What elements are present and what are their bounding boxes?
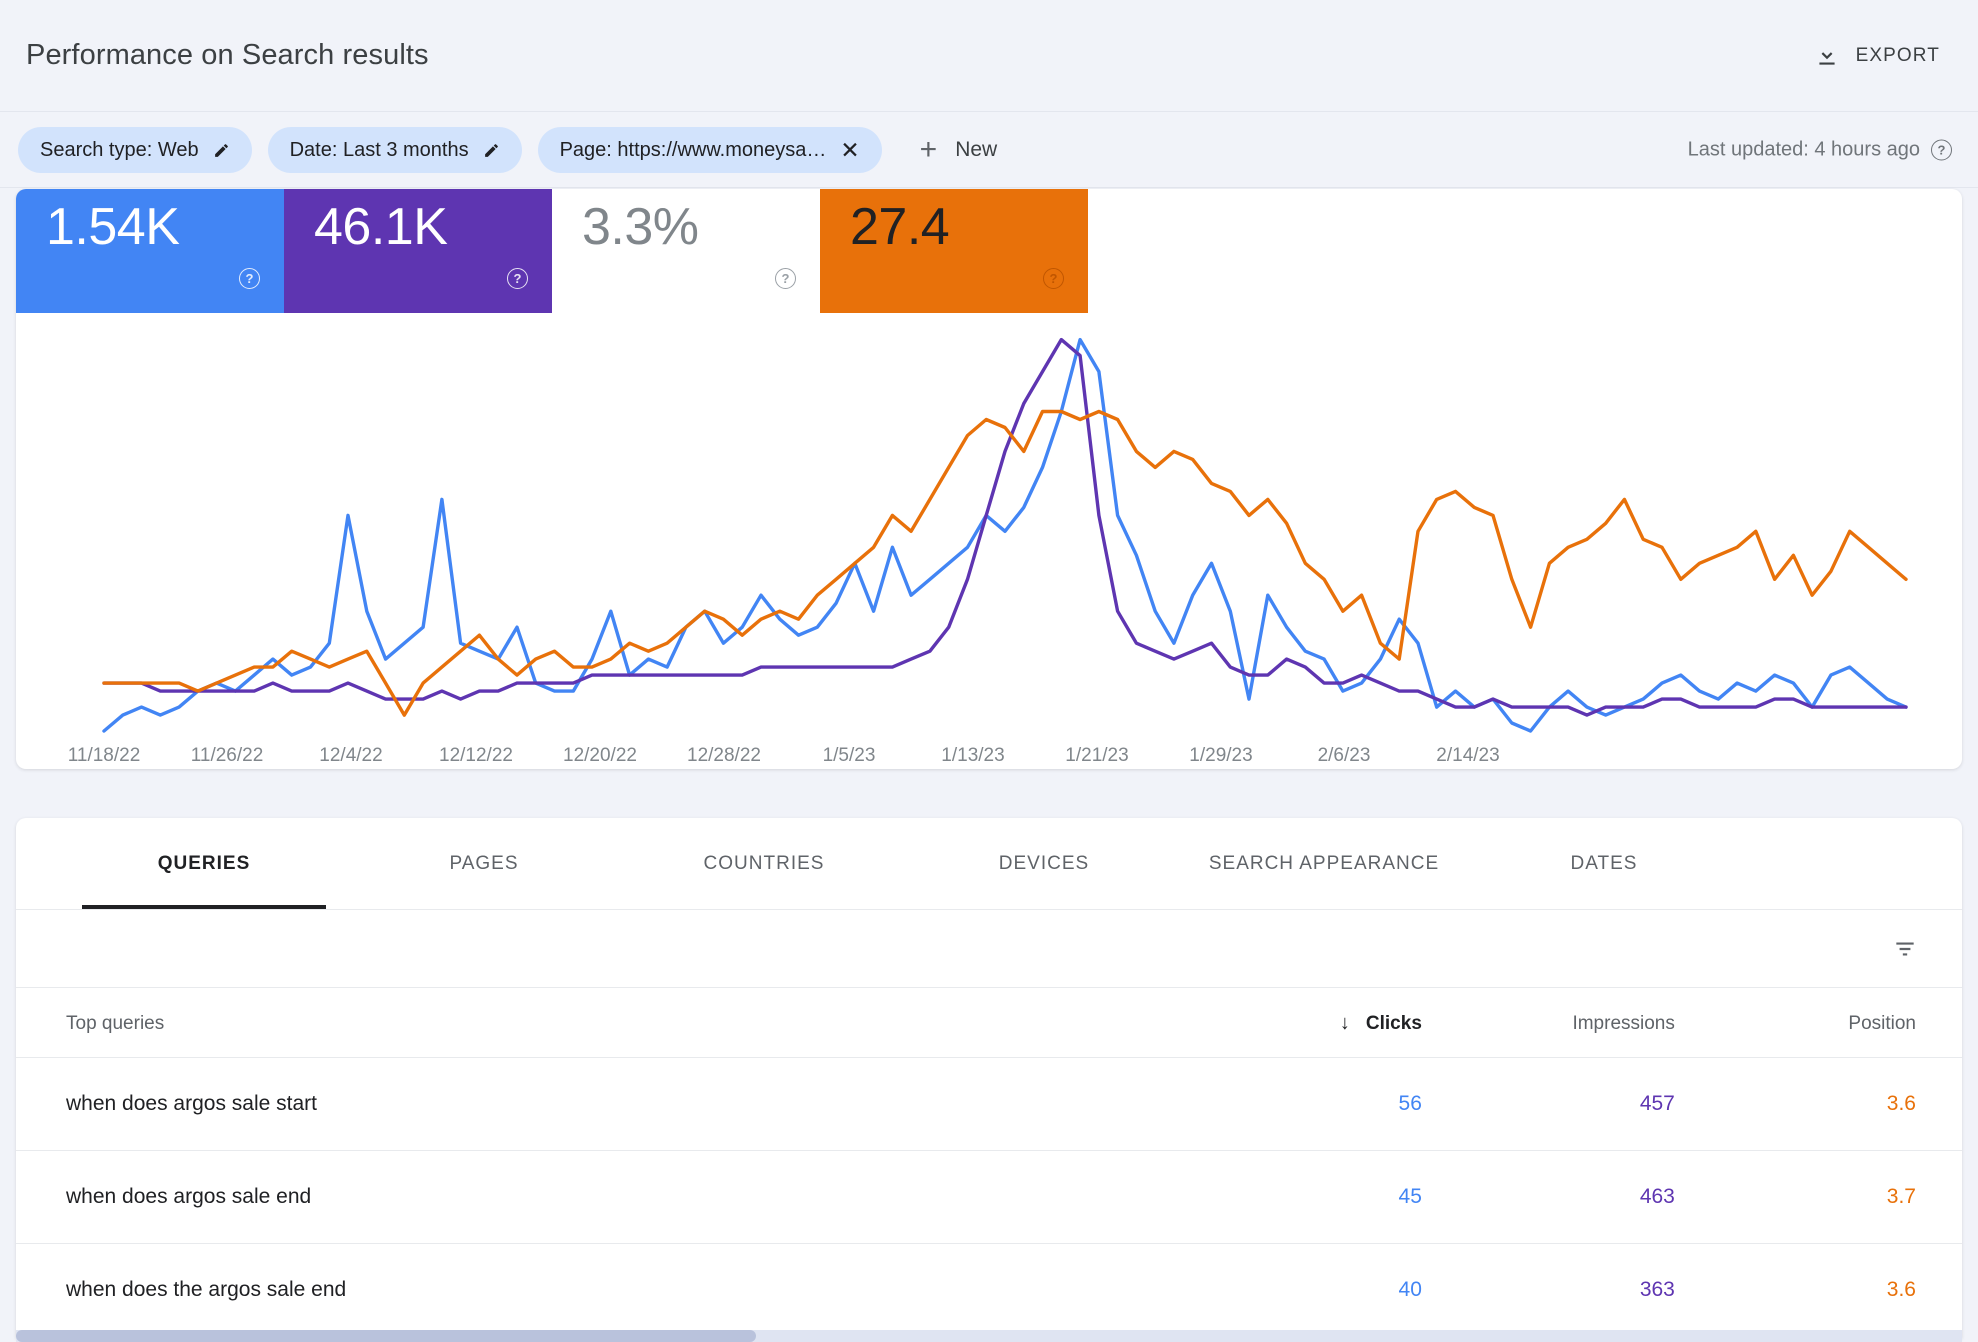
x-axis-tick-label: 12/12/22 xyxy=(439,745,513,766)
help-circle-icon[interactable]: ? xyxy=(239,268,260,289)
cell-impressions: 463 xyxy=(1533,1150,1787,1244)
new-filter-label: New xyxy=(955,138,998,161)
filter-icon[interactable] xyxy=(1890,936,1920,967)
x-axis-tick-label: 2/6/23 xyxy=(1317,745,1371,766)
table-row[interactable]: when does argos sale end 45 463 3.7 xyxy=(16,1150,1962,1244)
tab-search-appearance[interactable]: SEARCH APPEARANCE xyxy=(1184,818,1464,909)
chart-series-clicks xyxy=(102,337,1908,733)
close-icon[interactable]: ✕ xyxy=(840,138,859,162)
help-circle-icon[interactable]: ? xyxy=(1043,268,1064,289)
x-axis-tick-label: 1/13/23 xyxy=(941,745,1005,766)
help-circle-icon[interactable]: ? xyxy=(507,268,528,289)
metric-tile-value: 46.1K xyxy=(314,198,448,256)
table-header-row: Top queries ↓ Clicks Impressions Position xyxy=(16,988,1962,1058)
x-axis-tick-label: 11/26/22 xyxy=(190,745,264,766)
metric-tiles: Total clicks 1.54K ? Total impressions 4… xyxy=(16,189,1088,313)
metric-tile-impressions[interactable]: Total impressions 46.1K ? xyxy=(284,189,552,313)
metric-tile-ctr[interactable]: Average CTR 3.3% ? xyxy=(552,189,820,313)
column-header-position[interactable]: Position xyxy=(1786,988,1962,1058)
app-header: Performance on Search results EXPORT xyxy=(0,0,1978,112)
x-axis-tick-label: 1/21/23 xyxy=(1065,745,1129,766)
column-header-top-queries[interactable]: Top queries xyxy=(16,988,1223,1058)
performance-chart-card: Total clicks 1.54K ? Total impressions 4… xyxy=(16,189,1962,769)
scrollbar-thumb[interactable] xyxy=(16,1330,756,1342)
pencil-icon[interactable] xyxy=(213,142,230,159)
cell-clicks: 56 xyxy=(1222,1057,1534,1151)
tab-label: DATES xyxy=(1570,852,1638,874)
page-title: Performance on Search results xyxy=(26,39,429,71)
tab-devices[interactable]: DEVICES xyxy=(904,818,1184,909)
help-circle-icon[interactable]: ? xyxy=(775,268,796,289)
results-table-card: QUERIES PAGES COUNTRIES DEVICES SEARCH A… xyxy=(16,818,1962,1338)
arrow-down-icon: ↓ xyxy=(1339,1012,1350,1034)
x-axis-tick-label: 12/20/22 xyxy=(563,745,637,766)
cell-impressions: 363 xyxy=(1533,1243,1787,1337)
filter-chip-label: Search type: Web xyxy=(40,138,199,161)
export-button[interactable]: EXPORT xyxy=(1804,35,1950,77)
horizontal-scrollbar[interactable] xyxy=(16,1330,1962,1342)
last-updated-label: Last updated: 4 hours ago xyxy=(1687,138,1920,161)
x-axis-tick-label: 12/28/22 xyxy=(687,745,761,766)
cell-query: when does argos sale start xyxy=(16,1057,1223,1151)
column-header-impressions[interactable]: Impressions xyxy=(1533,988,1787,1058)
column-header-clicks-label: Clicks xyxy=(1365,1013,1422,1034)
cell-impressions: 457 xyxy=(1533,1057,1787,1151)
x-axis-tick-label: 1/5/23 xyxy=(822,745,876,766)
cell-position: 3.6 xyxy=(1786,1243,1962,1337)
metric-tile-clicks[interactable]: Total clicks 1.54K ? xyxy=(16,189,284,313)
tab-countries[interactable]: COUNTRIES xyxy=(624,818,904,909)
tab-label: DEVICES xyxy=(998,852,1090,874)
cell-position: 3.6 xyxy=(1786,1057,1962,1151)
cell-position: 3.7 xyxy=(1786,1150,1962,1244)
help-circle-icon[interactable]: ? xyxy=(1931,139,1952,161)
metric-tile-position[interactable]: Average position 27.4 ? xyxy=(820,189,1088,313)
tab-label: QUERIES xyxy=(157,852,251,874)
table-filter-row xyxy=(16,910,1962,988)
filter-chip-search-type[interactable]: Search type: Web xyxy=(18,127,252,173)
chart-svg xyxy=(102,337,1908,733)
download-icon xyxy=(1814,43,1840,69)
cell-query: when does argos sale end xyxy=(16,1150,1223,1244)
x-axis-tick-label: 11/18/22 xyxy=(67,745,141,766)
table-row[interactable]: when does the argos sale end 40 363 3.6 xyxy=(16,1243,1962,1337)
chart-x-axis-labels: 11/18/22 11/26/22 12/4/22 12/12/22 12/20/22 1… xyxy=(16,745,1962,769)
column-header-clicks[interactable]: ↓ Clicks xyxy=(1222,988,1534,1058)
filter-chip-date[interactable]: Date: Last 3 months xyxy=(267,127,522,173)
tab-label: SEARCH APPEARANCE xyxy=(1208,852,1440,874)
filter-bar: Search type: Web Date: Last 3 months Pag… xyxy=(0,113,1978,188)
x-axis-tick-label: 1/29/23 xyxy=(1189,745,1253,766)
filter-chip-label: Date: Last 3 months xyxy=(289,138,469,161)
cell-query: when does the argos sale end xyxy=(16,1243,1223,1337)
tab-pages[interactable]: PAGES xyxy=(344,818,624,909)
filter-chip-page[interactable]: Page: https://www.moneysa… ✕ xyxy=(537,127,882,173)
cell-clicks: 40 xyxy=(1222,1243,1534,1337)
x-axis-tick-label: 2/14/23 xyxy=(1436,745,1500,766)
pencil-icon[interactable] xyxy=(483,142,500,159)
results-tabs: QUERIES PAGES COUNTRIES DEVICES SEARCH A… xyxy=(16,818,1962,910)
performance-line-chart xyxy=(16,313,1962,769)
tab-label: COUNTRIES xyxy=(703,852,825,874)
new-filter-button[interactable]: + New xyxy=(904,127,1014,173)
export-label: EXPORT xyxy=(1855,44,1940,66)
metric-tile-value: 3.3% xyxy=(582,198,699,256)
tab-dates[interactable]: DATES xyxy=(1464,818,1744,909)
metric-tile-value: 27.4 xyxy=(850,198,950,256)
queries-table: Top queries ↓ Clicks Impressions Position… xyxy=(16,988,1962,1338)
last-updated: Last updated: 4 hours ago ? xyxy=(1688,139,1952,162)
x-axis-tick-label: 12/4/22 xyxy=(319,745,383,766)
filter-chip-label: Page: https://www.moneysa… xyxy=(559,138,827,161)
tab-queries[interactable]: QUERIES xyxy=(64,818,344,909)
table-row[interactable]: when does argos sale start 56 457 3.6 xyxy=(16,1057,1962,1151)
metric-tile-value: 1.54K xyxy=(46,198,180,256)
tab-label: PAGES xyxy=(449,852,519,874)
cell-clicks: 45 xyxy=(1222,1150,1534,1244)
plus-icon: + xyxy=(919,133,938,166)
